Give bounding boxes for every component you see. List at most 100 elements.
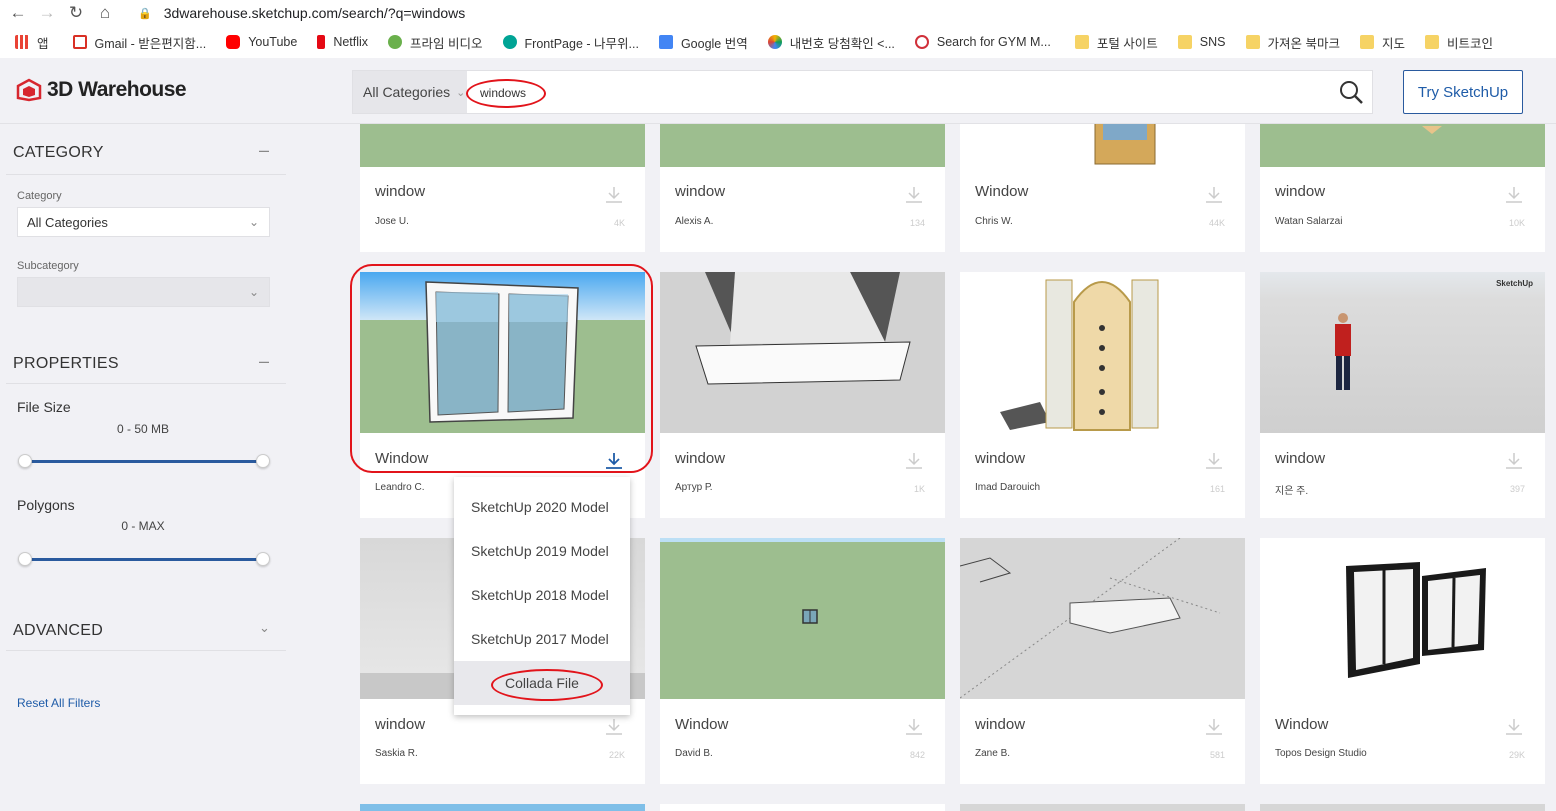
back-icon[interactable]: ←	[7, 2, 29, 24]
bookmark-lotto[interactable]: 내번호 당첨확인 <...	[767, 33, 895, 52]
model-author[interactable]: Leandro C.	[375, 482, 424, 493]
bookmark-apps[interactable]: 앱	[15, 33, 49, 52]
bookmark-folder-imported[interactable]: 가져온 북마크	[1245, 33, 1340, 52]
model-title[interactable]: window	[975, 450, 1025, 467]
download-icon[interactable]	[903, 716, 925, 738]
download-icon[interactable]	[1203, 184, 1225, 206]
model-thumbnail[interactable]	[960, 538, 1245, 699]
bookmark-label: FrontPage - 나무위...	[524, 36, 639, 51]
model-card[interactable]: window Alexis A. 134	[660, 124, 945, 252]
model-title[interactable]: window	[675, 183, 725, 200]
model-card[interactable]: Window Topos Design Studio 29K	[1260, 538, 1545, 784]
slider-handle-min[interactable]	[18, 552, 32, 566]
slider-handle-max[interactable]	[256, 454, 270, 468]
model-author[interactable]: Zane B.	[975, 748, 1010, 759]
download-icon[interactable]	[1503, 716, 1525, 738]
model-author[interactable]: Alexis A.	[675, 216, 713, 227]
model-author[interactable]: Imad Darouich	[975, 482, 1040, 493]
advanced-heading[interactable]: ADVANCED	[13, 622, 103, 640]
model-card[interactable]: window Jose U. 4K	[360, 124, 645, 252]
menu-item-sketchup-2019[interactable]: SketchUp 2019 Model	[454, 529, 630, 573]
collapse-icon[interactable]: –	[259, 140, 269, 161]
model-title[interactable]: window	[375, 716, 425, 733]
site-logo[interactable]: 3D Warehouse	[15, 78, 187, 102]
menu-item-sketchup-2017[interactable]: SketchUp 2017 Model	[454, 617, 630, 661]
model-author[interactable]: Jose U.	[375, 216, 409, 227]
download-icon[interactable]	[1203, 716, 1225, 738]
model-thumbnail[interactable]	[1260, 124, 1545, 167]
model-card[interactable]: window Watan Salarzai 10K	[1260, 124, 1545, 252]
model-title[interactable]: window	[1275, 183, 1325, 200]
model-card[interactable]	[1260, 804, 1545, 811]
bookmark-folder-map[interactable]: 지도	[1359, 33, 1405, 52]
download-icon[interactable]	[903, 450, 925, 472]
model-author[interactable]: Saskia R.	[375, 748, 418, 759]
search-input[interactable]	[473, 82, 1273, 104]
slider-handle-max[interactable]	[256, 552, 270, 566]
bookmark-youtube[interactable]: YouTube	[226, 35, 297, 49]
download-icon[interactable]	[603, 716, 625, 738]
model-title[interactable]: window	[975, 716, 1025, 733]
reload-icon[interactable]: ↻	[65, 2, 87, 24]
try-sketchup-button[interactable]: Try SketchUp	[1403, 70, 1523, 114]
model-thumbnail[interactable]	[960, 272, 1245, 433]
model-author[interactable]: Chris W.	[975, 216, 1013, 227]
bookmark-prime[interactable]: 프라임 비디오	[388, 33, 483, 52]
bookmark-translate[interactable]: Google 번역	[658, 33, 748, 52]
bookmark-folder-bitcoin[interactable]: 비트코인	[1425, 33, 1493, 52]
model-author[interactable]: Артур Р.	[675, 482, 713, 493]
model-thumbnail[interactable]	[1260, 538, 1545, 699]
collapse-icon[interactable]: –	[259, 351, 269, 372]
bookmark-gym[interactable]: Search for GYM M...	[914, 35, 1051, 49]
bookmark-namuwiki[interactable]: FrontPage - 나무위...	[502, 33, 639, 52]
model-author[interactable]: David B.	[675, 748, 713, 759]
menu-item-sketchup-2018[interactable]: SketchUp 2018 Model	[454, 573, 630, 617]
polygons-slider[interactable]	[25, 558, 263, 561]
forward-icon[interactable]: →	[36, 2, 58, 24]
model-thumbnail[interactable]	[960, 124, 1245, 167]
chevron-down-icon[interactable]: ⌄	[259, 620, 270, 636]
model-author[interactable]: Topos Design Studio	[1275, 748, 1367, 759]
home-icon[interactable]: ⌂	[94, 2, 116, 24]
model-title[interactable]: window	[1275, 450, 1325, 467]
model-card[interactable]: Window David B. 842	[660, 538, 945, 784]
model-card[interactable]	[960, 804, 1245, 811]
model-title[interactable]: Window	[675, 716, 728, 733]
model-thumbnail[interactable]	[660, 538, 945, 699]
search-icon[interactable]	[1338, 79, 1364, 105]
model-thumbnail[interactable]: SketchUp	[1260, 272, 1545, 433]
file-size-slider[interactable]	[25, 460, 263, 463]
model-title[interactable]: window	[675, 450, 725, 467]
menu-item-sketchup-2020[interactable]: SketchUp 2020 Model	[454, 485, 630, 529]
model-title[interactable]: window	[375, 183, 425, 200]
address-bar[interactable]: 3dwarehouse.sketchup.com/search/?q=windo…	[164, 5, 466, 21]
bookmark-folder-portal[interactable]: 포털 사이트	[1074, 33, 1158, 52]
model-author[interactable]: 지은 주.	[1275, 482, 1308, 497]
model-card[interactable]: SketchUp window 지은 주. 397	[1260, 272, 1545, 518]
model-card[interactable]: window Imad Darouich 161	[960, 272, 1245, 518]
bookmark-netflix[interactable]: Netflix	[317, 35, 368, 49]
download-icon[interactable]	[603, 184, 625, 206]
model-thumbnail[interactable]	[660, 124, 945, 167]
model-card[interactable]: window Артур Р. 1K	[660, 272, 945, 518]
model-author[interactable]: Watan Salarzai	[1275, 216, 1342, 227]
model-card[interactable]: Window Chris W. 44K	[960, 124, 1245, 252]
model-title[interactable]: Window	[1275, 716, 1328, 733]
model-card[interactable]	[660, 804, 945, 811]
reset-filters-link[interactable]: Reset All Filters	[17, 696, 100, 710]
model-thumbnail[interactable]	[360, 124, 645, 167]
model-card[interactable]: window Zane B. 581	[960, 538, 1245, 784]
download-icon[interactable]	[1503, 184, 1525, 206]
download-icon[interactable]	[1203, 450, 1225, 472]
model-title[interactable]: Window	[975, 183, 1028, 200]
model-thumbnail[interactable]	[660, 272, 945, 433]
download-icon[interactable]	[1503, 450, 1525, 472]
category-select[interactable]: All Categories ⌄	[353, 71, 467, 113]
bookmark-folder-sns[interactable]: SNS	[1177, 35, 1226, 49]
bookmark-gmail[interactable]: Gmail - 받은편지함...	[72, 33, 206, 52]
subcategory-dropdown[interactable]: ⌄	[17, 277, 270, 307]
model-card[interactable]	[360, 804, 645, 811]
download-icon[interactable]	[903, 184, 925, 206]
category-dropdown[interactable]: All Categories ⌄	[17, 207, 270, 237]
slider-handle-min[interactable]	[18, 454, 32, 468]
